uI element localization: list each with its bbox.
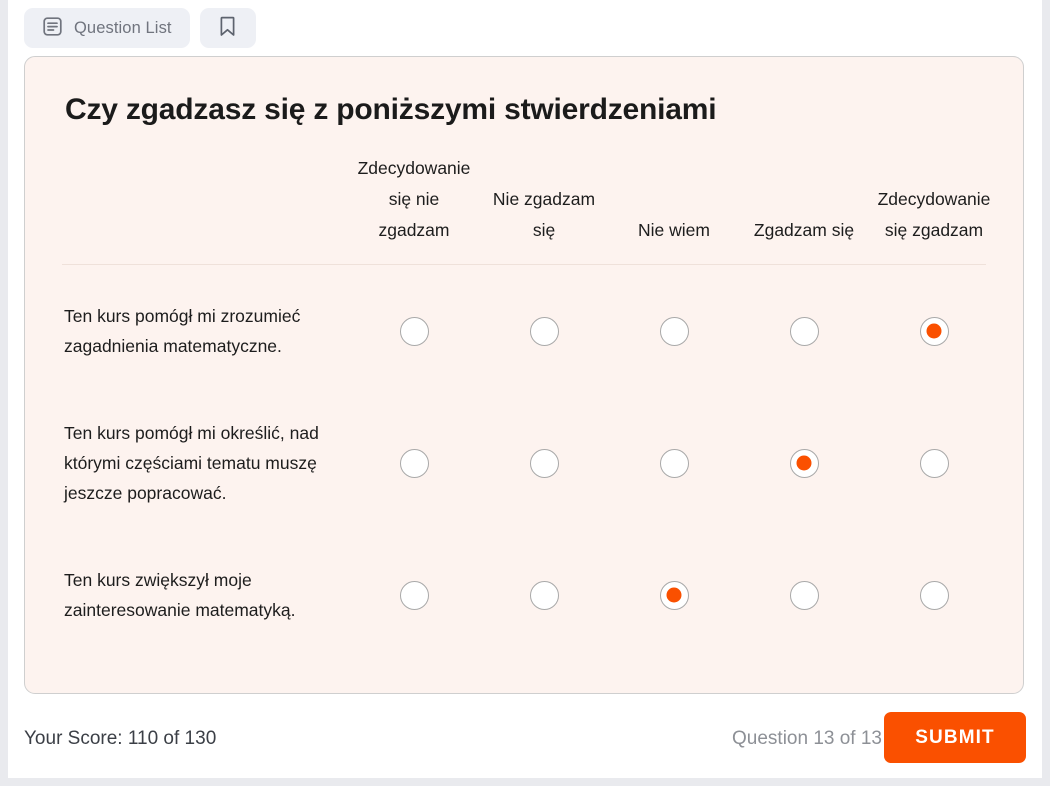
- radio-option[interactable]: [789, 316, 819, 346]
- matrix-cell: [349, 316, 479, 346]
- matrix-cell: [739, 448, 869, 478]
- radio-option[interactable]: [529, 316, 559, 346]
- submit-button[interactable]: SUBMIT: [884, 712, 1026, 763]
- bookmark-button[interactable]: [199, 8, 256, 48]
- bookmark-icon: [217, 15, 238, 41]
- radio-option[interactable]: [399, 580, 429, 610]
- matrix-row-statement: Ten kurs zwiększył moje zainteresowanie …: [49, 565, 349, 625]
- question-list-label: Question List: [74, 18, 172, 37]
- radio-option[interactable]: [789, 448, 819, 478]
- matrix-column-header-5: Zdecydowanie się zgadzam: [869, 184, 999, 252]
- radio-option[interactable]: [919, 316, 949, 346]
- radio-option[interactable]: [659, 580, 689, 610]
- statement-text: Ten kurs pomógł mi określić, nad którymi…: [64, 423, 319, 503]
- page-title: Czy zgadzasz się z poniższymi stwierdzen…: [65, 93, 717, 126]
- column-label: Zdecydowanie się zgadzam: [877, 189, 991, 240]
- matrix-cell: [479, 580, 609, 610]
- matrix-row: Ten kurs pomógł mi zrozumieć zagadnienia…: [49, 265, 999, 397]
- matrix-column-header-1: Zdecydowanie się nie zgadzam: [349, 153, 479, 252]
- radio-option[interactable]: [659, 316, 689, 346]
- matrix-cell: [349, 448, 479, 478]
- top-toolbar: Question List: [24, 8, 256, 48]
- matrix-cell: [869, 448, 999, 478]
- radio-option[interactable]: [529, 448, 559, 478]
- radio-option[interactable]: [659, 448, 689, 478]
- matrix-cell: [869, 316, 999, 346]
- radio-option[interactable]: [919, 448, 949, 478]
- question-list-button[interactable]: Question List: [24, 8, 190, 48]
- matrix-cell: [609, 448, 739, 478]
- matrix-cell: [609, 316, 739, 346]
- footer-bar: Your Score: 110 of 130 Question 13 of 13…: [8, 700, 1042, 778]
- page-gutter-bottom: [0, 778, 1050, 786]
- matrix-cell: [479, 316, 609, 346]
- statement-text: Ten kurs zwiększył moje zainteresowanie …: [64, 570, 296, 620]
- page-gutter-right: [1042, 0, 1050, 786]
- statement-text: Ten kurs pomógł mi zrozumieć zagadnienia…: [64, 306, 301, 356]
- matrix-row-statement: Ten kurs pomógł mi określić, nad którymi…: [49, 418, 349, 508]
- radio-option[interactable]: [919, 580, 949, 610]
- matrix-row-statement: Ten kurs pomógł mi zrozumieć zagadnienia…: [49, 301, 349, 361]
- matrix-cell: [739, 316, 869, 346]
- page-gutter-left: [0, 0, 8, 786]
- page-body: Question List Czy zgadzasz się z poniższ…: [8, 0, 1042, 778]
- column-label: Nie wiem: [638, 220, 710, 240]
- matrix-question: Zdecydowanie się nie zgadzam Nie zgadzam…: [49, 153, 999, 661]
- matrix-cell: [349, 580, 479, 610]
- matrix-column-header-2: Nie zgadzam się: [479, 184, 609, 252]
- matrix-cell: [479, 448, 609, 478]
- matrix-row: Ten kurs pomógł mi określić, nad którymi…: [49, 397, 999, 529]
- radio-option[interactable]: [529, 580, 559, 610]
- document-list-icon: [42, 16, 63, 40]
- matrix-cell: [609, 580, 739, 610]
- radio-option[interactable]: [399, 316, 429, 346]
- matrix-cell: [869, 580, 999, 610]
- radio-option[interactable]: [789, 580, 819, 610]
- score-label: Your Score: 110 of 130: [24, 728, 217, 749]
- matrix-column-header-3: Nie wiem: [609, 215, 739, 252]
- matrix-cell: [739, 580, 869, 610]
- question-card: Czy zgadzasz się z poniższymi stwierdzen…: [24, 56, 1024, 694]
- column-label: Zgadzam się: [753, 220, 855, 240]
- column-label: Nie zgadzam się: [492, 189, 596, 240]
- column-label: Zdecydowanie się nie zgadzam: [357, 158, 471, 240]
- radio-option[interactable]: [399, 448, 429, 478]
- matrix-header-row: Zdecydowanie się nie zgadzam Nie zgadzam…: [49, 153, 999, 252]
- matrix-column-header-4: Zgadzam się: [739, 215, 869, 252]
- matrix-row: Ten kurs zwiększył moje zainteresowanie …: [49, 529, 999, 661]
- question-counter: Question 13 of 13: [732, 728, 882, 749]
